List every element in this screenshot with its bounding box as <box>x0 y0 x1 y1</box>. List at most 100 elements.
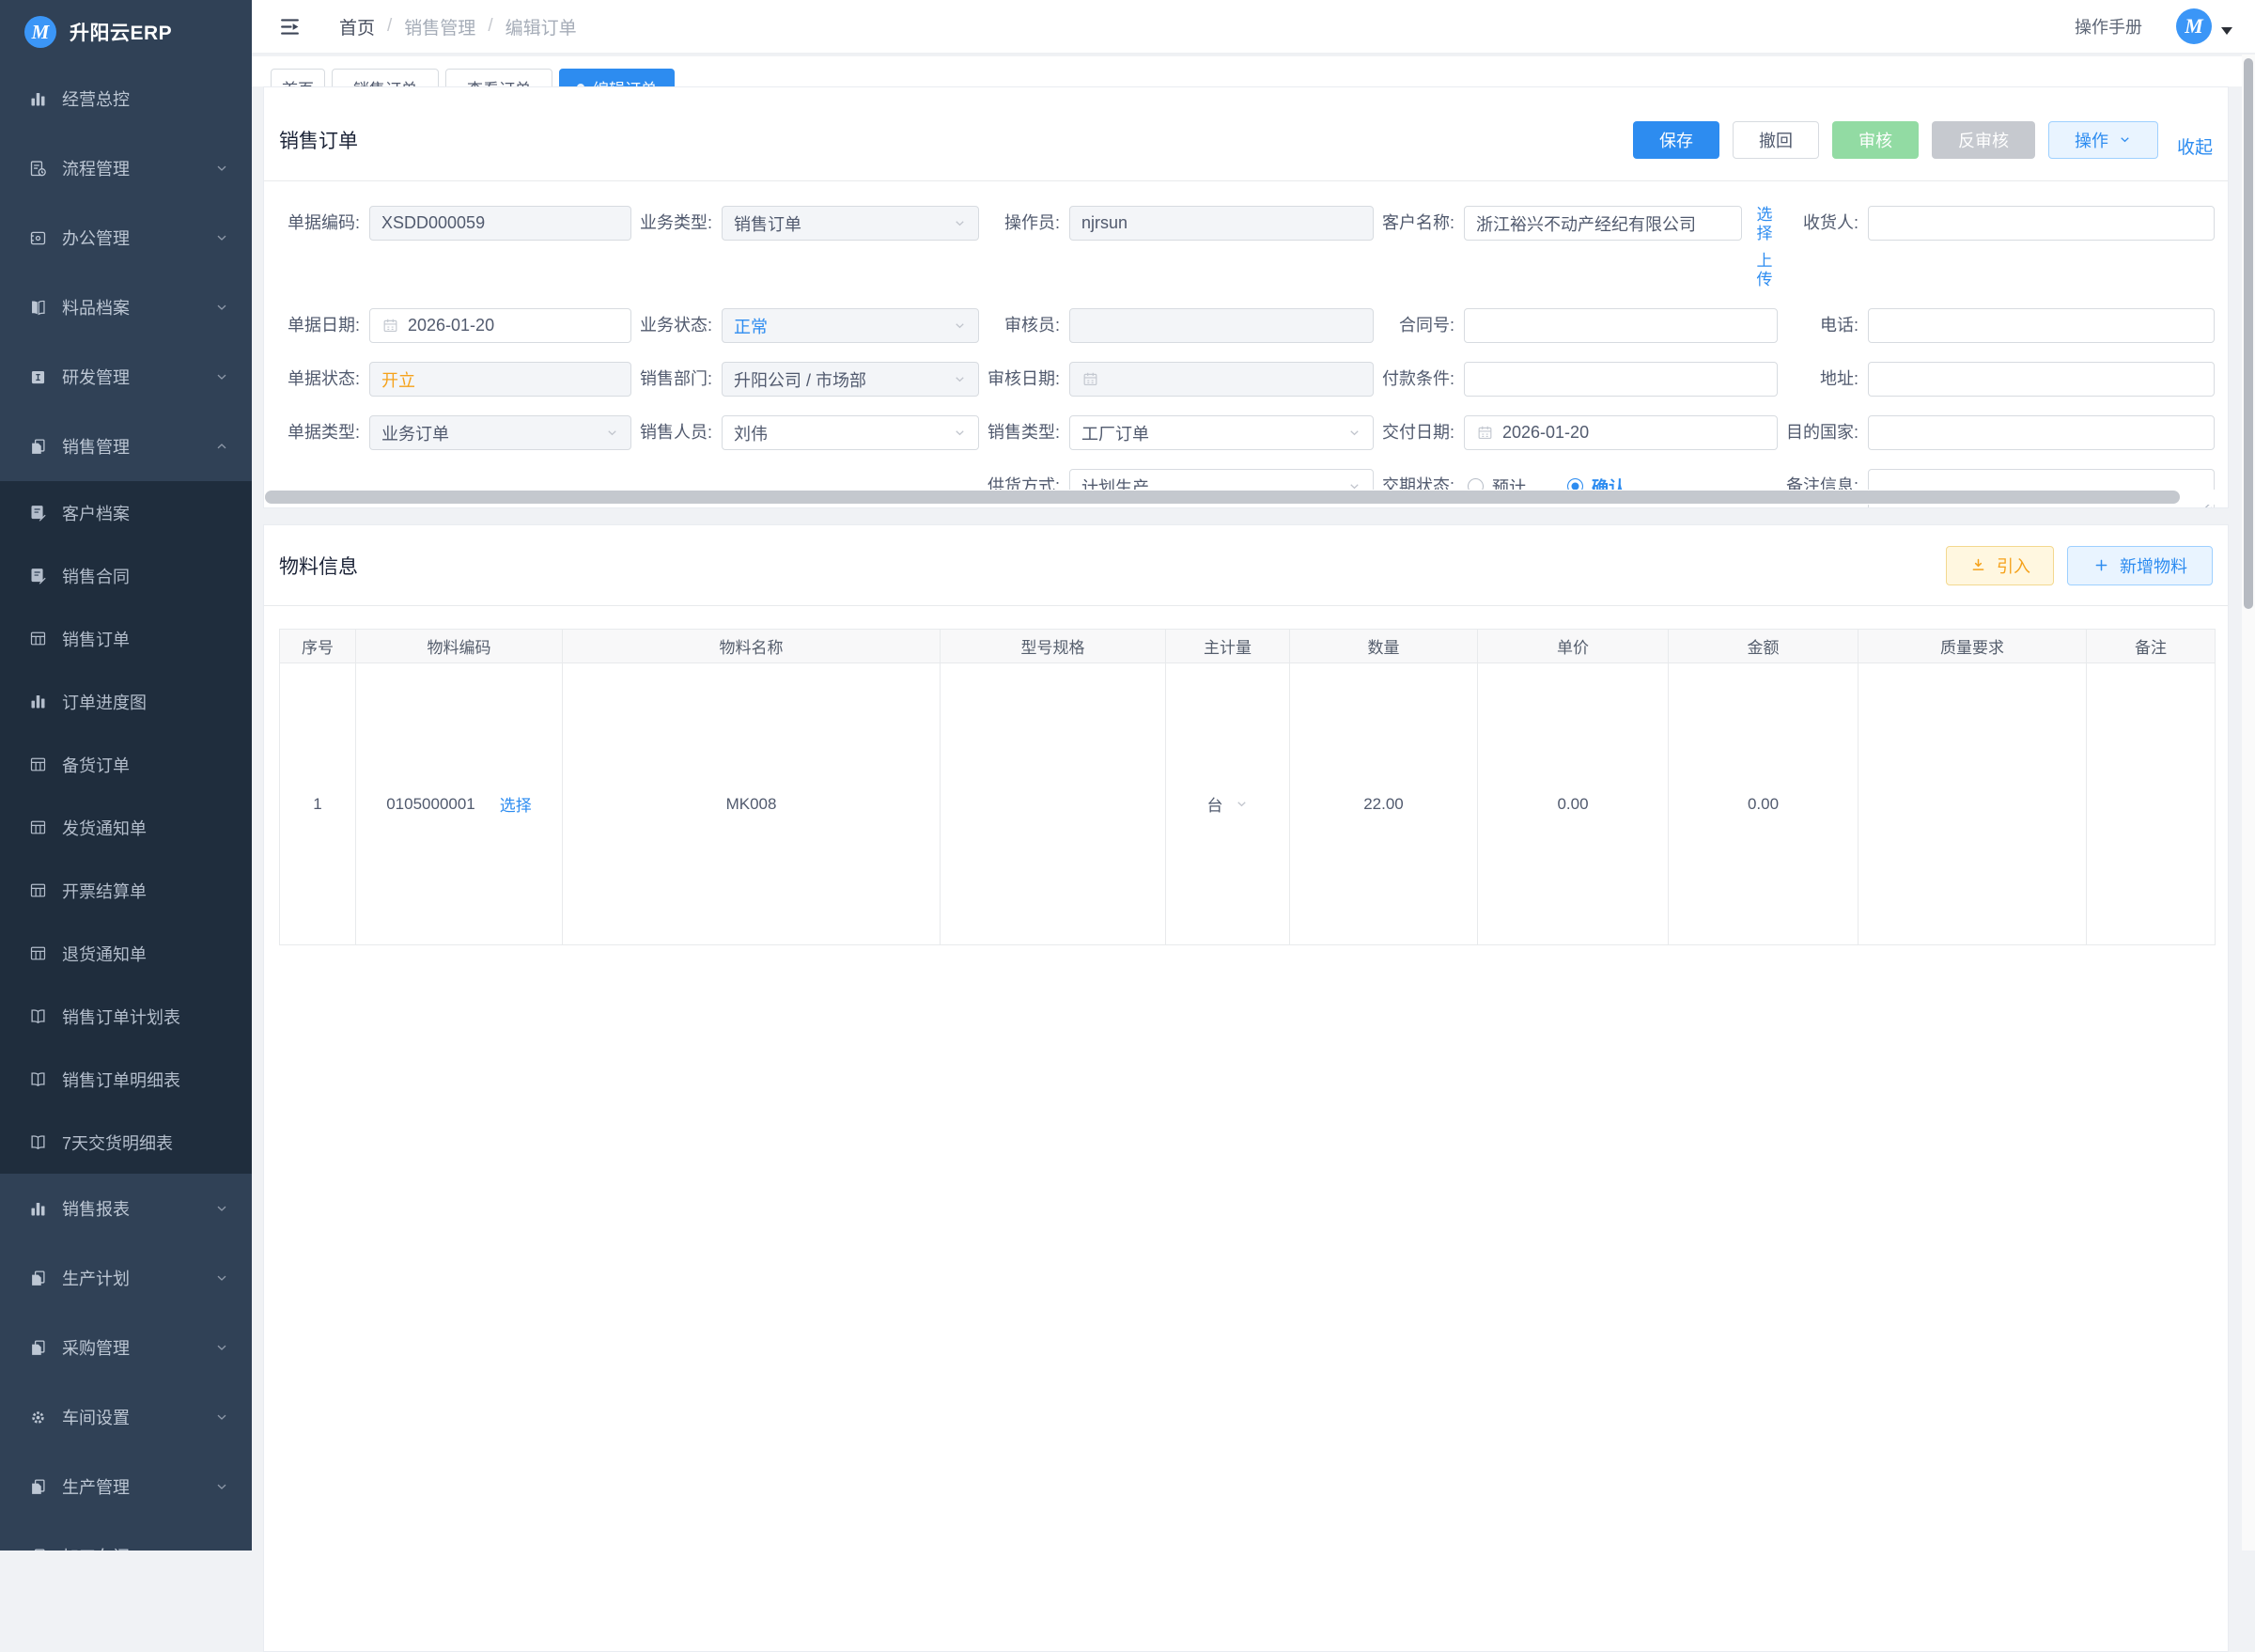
field-value: 浙江裕兴不动产经纪有限公司 <box>1476 211 1696 236</box>
sidebar-item-11[interactable]: 发货通知单 <box>0 796 252 859</box>
sidebar-item-22[interactable]: 加工车间 <box>0 1521 252 1551</box>
field-label: 收货人: <box>1778 206 1868 241</box>
audit-button[interactable]: 审核 <box>1832 121 1919 159</box>
sidebar-item-label: 销售订单明细表 <box>62 1068 229 1092</box>
import-button[interactable]: 引入 <box>1946 546 2054 585</box>
sidebar-item-14[interactable]: 销售订单计划表 <box>0 985 252 1048</box>
upload-link[interactable]: 上传 <box>1751 252 1778 289</box>
sidebar-item-label: 料品档案 <box>62 295 214 319</box>
sidebar-item-2[interactable]: 办公管理 <box>0 203 252 273</box>
select-input[interactable]: 销售订单 <box>722 206 979 241</box>
field-label: 单据类型: <box>279 415 369 450</box>
sidebar-item-19[interactable]: 采购管理 <box>0 1313 252 1382</box>
sidebar-item-16[interactable]: 7天交货明细表 <box>0 1111 252 1174</box>
sidebar-item-label: 销售管理 <box>62 434 214 459</box>
sidebar-item-10[interactable]: 备货订单 <box>0 733 252 796</box>
text-input[interactable] <box>1868 308 2215 343</box>
text-input[interactable]: 开立 <box>369 362 631 397</box>
sidebar-item-0[interactable]: 经营总控 <box>0 64 252 133</box>
select-link[interactable]: 选择 <box>1751 206 1778 243</box>
form-field-11: 销售部门:升阳公司 / 市场部 <box>631 362 979 397</box>
sidebar-item-20[interactable]: 车间设置 <box>0 1382 252 1452</box>
materials-actions: 引入 新增物料 <box>1946 546 2213 585</box>
sidebar-item-5[interactable]: 销售管理 <box>0 412 252 481</box>
breadcrumb-item-1[interactable]: 销售管理 <box>404 14 475 39</box>
field-label: 付款条件: <box>1374 362 1464 397</box>
manual-link[interactable]: 操作手册 <box>2075 14 2142 39</box>
date-input[interactable] <box>1069 362 1374 397</box>
horizontal-scrollbar-thumb[interactable] <box>265 491 2180 504</box>
text-input[interactable] <box>1868 206 2215 241</box>
sidebar-item-label: 开票结算单 <box>62 879 229 903</box>
header-right: 操作手册 M <box>2075 8 2255 44</box>
chevron-down-icon <box>214 1410 229 1425</box>
select-input[interactable]: 刘伟 <box>722 415 979 450</box>
unaudit-button[interactable]: 反审核 <box>1932 121 2035 159</box>
select-input[interactable]: 升阳公司 / 市场部 <box>722 362 979 397</box>
grid-icon <box>28 881 48 900</box>
add-material-button[interactable]: 新增物料 <box>2067 546 2213 585</box>
sidebar-item-1[interactable]: 流程管理 <box>0 133 252 203</box>
column-header-4: 主计量 <box>1166 630 1290 663</box>
panel-actions: 保存 撤回 审核 反审核 操作 收起 <box>1633 120 2213 159</box>
field-value: 刘伟 <box>734 421 768 445</box>
sidebar-item-15[interactable]: 销售订单明细表 <box>0 1048 252 1111</box>
menu-fold-icon[interactable] <box>278 15 302 39</box>
unit-select[interactable]: 台 <box>1167 792 1288 816</box>
select-input[interactable]: 正常 <box>722 308 979 343</box>
caret-down-icon[interactable] <box>2221 27 2232 35</box>
sidebar-item-8[interactable]: 销售订单 <box>0 607 252 670</box>
sidebar-item-label: 备货订单 <box>62 753 229 777</box>
field-label: 单据状态: <box>279 362 369 397</box>
form-field-10: 单据状态:开立 <box>279 362 631 397</box>
column-header-1: 物料编码 <box>356 630 563 663</box>
sidebar-item-6[interactable]: 客户档案 <box>0 481 252 544</box>
text-input[interactable] <box>1868 415 2215 450</box>
doc-edit-icon <box>28 566 48 585</box>
text-input[interactable]: XSDD000059 <box>369 206 631 241</box>
grid-icon <box>28 943 48 963</box>
add-material-label: 新增物料 <box>2120 553 2187 578</box>
field-label: 目的国家: <box>1778 415 1868 450</box>
column-header-8: 质量要求 <box>1858 630 2087 663</box>
text-input[interactable]: njrsun <box>1069 206 1374 241</box>
breadcrumb-separator: / <box>488 16 492 37</box>
collapse-link[interactable]: 收起 <box>2177 133 2213 159</box>
column-header-9: 备注 <box>2087 630 2216 663</box>
form-field-6: 业务状态:正常 <box>631 308 979 343</box>
sidebar-item-9[interactable]: 订单进度图 <box>0 670 252 733</box>
select-input[interactable]: 工厂订单 <box>1069 415 1374 450</box>
sidebar-item-12[interactable]: 开票结算单 <box>0 859 252 922</box>
breadcrumb-item-2[interactable]: 编辑订单 <box>505 14 577 39</box>
text-input[interactable] <box>1868 362 2215 397</box>
sidebar-item-13[interactable]: 退货通知单 <box>0 922 252 985</box>
vertical-scrollbar-thumb[interactable] <box>2244 58 2253 609</box>
text-input[interactable]: 浙江裕兴不动产经纪有限公司 <box>1464 206 1742 241</box>
save-button[interactable]: 保存 <box>1633 121 1719 159</box>
date-input[interactable]: 2026-01-20 <box>369 308 631 343</box>
date-input[interactable]: 2026-01-20 <box>1464 415 1778 450</box>
sidebar-item-17[interactable]: 销售报表 <box>0 1174 252 1243</box>
text-input[interactable] <box>1069 308 1374 343</box>
actions-dropdown-button[interactable]: 操作 <box>2048 121 2158 159</box>
choose-material-link[interactable]: 选择 <box>500 792 532 816</box>
withdraw-button[interactable]: 撤回 <box>1733 121 1819 159</box>
sidebar-item-7[interactable]: 销售合同 <box>0 544 252 607</box>
form-field-19: 目的国家: <box>1778 415 2215 450</box>
sidebar-item-21[interactable]: 生产管理 <box>0 1452 252 1521</box>
book-icon <box>28 1006 48 1026</box>
text-input[interactable] <box>1464 362 1778 397</box>
sidebar-item-3[interactable]: 料品档案 <box>0 273 252 342</box>
field-label: 操作员: <box>979 206 1069 241</box>
avatar[interactable]: M <box>2176 8 2212 44</box>
text-input[interactable] <box>1464 308 1778 343</box>
materials-panel: 物料信息 引入 新增物料 序号物料编码物料名称型号规格主计量数量单价金额质量要求… <box>263 524 2229 1652</box>
breadcrumb-item-0[interactable]: 首页 <box>339 14 375 39</box>
sales-order-panel-header: 销售订单 保存 撤回 审核 反审核 操作 收起 <box>264 87 2228 181</box>
select-input[interactable]: 业务订单 <box>369 415 631 450</box>
field-value: 销售订单 <box>734 211 801 236</box>
cell-name: MK008 <box>726 795 777 813</box>
sidebar-item-4[interactable]: 研发管理 <box>0 342 252 412</box>
pages-icon <box>28 1338 48 1358</box>
sidebar-item-18[interactable]: 生产计划 <box>0 1243 252 1313</box>
